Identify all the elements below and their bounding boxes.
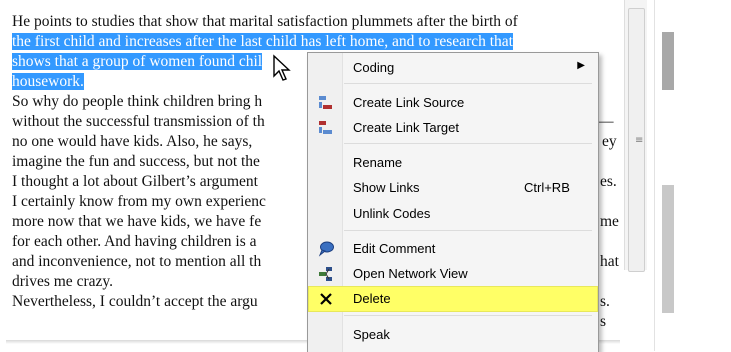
doc-fragment: s [600, 313, 607, 330]
doc-fragment: ey [602, 133, 617, 150]
doc-line[interactable]: He points to studies that show that mari… [12, 12, 518, 32]
doc-line[interactable]: for each other. And having children is a [12, 232, 256, 252]
doc-fragment: me [600, 213, 619, 230]
doc-line[interactable]: more now that we have kids, we have fe [12, 212, 261, 232]
menu-separator [344, 315, 592, 316]
margin-area-bar[interactable] [662, 32, 674, 90]
menu-item-speak[interactable]: Speak [309, 323, 597, 347]
doc-line[interactable]: Nevertheless, I couldn’t accept the argu [12, 292, 258, 312]
network-icon [319, 267, 332, 281]
menu-item-open-network-view[interactable]: Open Network View [309, 262, 597, 286]
menu-separator [344, 143, 592, 144]
doc-line[interactable]: shows that a group of women found chil [12, 52, 263, 72]
mouse-pointer-icon [273, 54, 291, 81]
doc-fragment: — [598, 113, 614, 130]
link-source-icon [319, 96, 332, 109]
menu-item-unlink-codes[interactable]: Unlink Codes [309, 202, 597, 226]
doc-line[interactable]: and inconvenience, not to mention all th [12, 252, 261, 272]
comment-icon [318, 241, 334, 257]
doc-line[interactable]: I certainly know from my own experienc [12, 192, 266, 212]
doc-line[interactable]: the first child and increases after the … [12, 32, 513, 52]
doc-line[interactable]: no one would have kids. Also, he says, [12, 132, 252, 152]
menu-item-show-links[interactable]: Show Links Ctrl+RB [309, 176, 597, 200]
pane-divider[interactable] [654, 0, 655, 351]
doc-line[interactable]: So why do people think children bring h [12, 92, 262, 112]
menu-item-edit-comment[interactable]: Edit Comment [309, 237, 597, 261]
menu-separator [344, 230, 592, 231]
doc-line[interactable]: drives me crazy. [12, 272, 113, 292]
link-target-icon [319, 121, 332, 134]
menu-item-rename[interactable]: Rename [309, 151, 597, 175]
menu-item-create-link-target[interactable]: Create Link Target [309, 116, 597, 140]
margin-area-bar[interactable] [662, 185, 674, 313]
menu-separator [344, 83, 592, 84]
menu-item-delete[interactable]: Delete [308, 286, 598, 312]
scrollbar-grip-icon: ≡ [635, 135, 644, 146]
menu-item-create-link-source[interactable]: Create Link Source [309, 91, 597, 115]
doc-fragment: s. [600, 293, 610, 310]
menu-item-coding[interactable]: Coding ▶ [309, 56, 597, 80]
submenu-arrow-icon: ▶ [577, 60, 585, 71]
context-menu: Coding ▶ Create Link Source Create Link … [307, 52, 599, 352]
doc-line[interactable]: imagine the fun and success, but not the [12, 152, 260, 172]
doc-fragment: hat [600, 253, 619, 270]
doc-line[interactable]: housework. [12, 72, 84, 92]
doc-line[interactable]: I thought a lot about Gilbert’s argument [12, 172, 258, 192]
doc-line[interactable]: without the successful transmission of t… [12, 112, 265, 132]
delete-icon [320, 293, 332, 305]
doc-fragment: es. [600, 173, 617, 190]
